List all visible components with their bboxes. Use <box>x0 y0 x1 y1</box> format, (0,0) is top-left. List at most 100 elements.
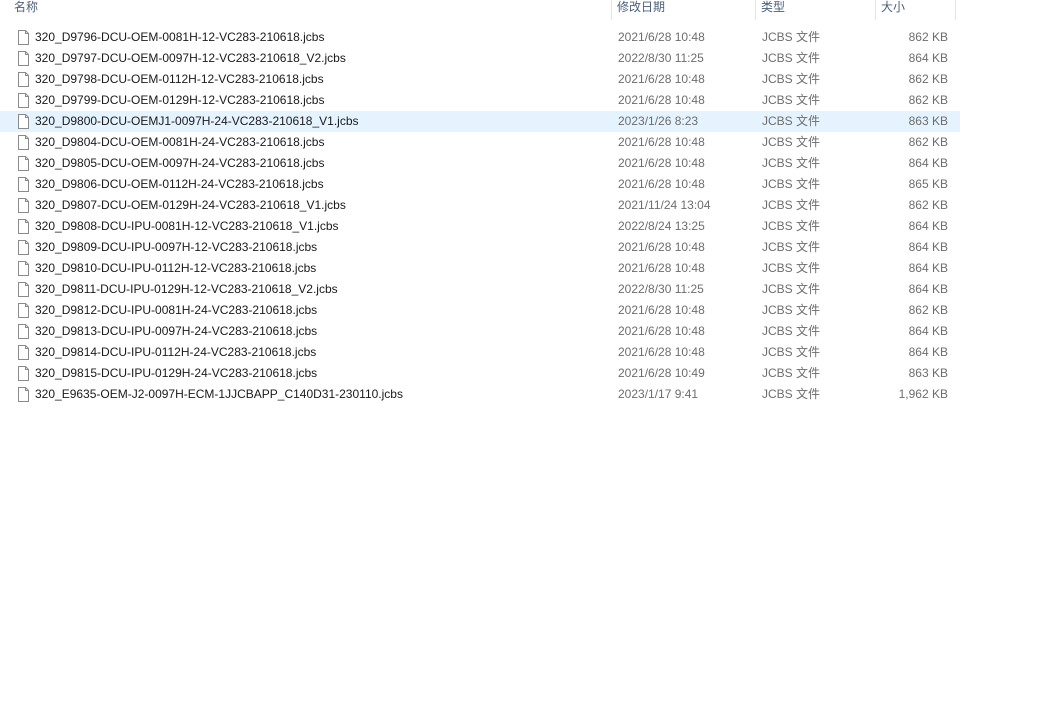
column-header-name[interactable]: 名称 <box>9 0 612 20</box>
file-row[interactable]: 320_D9807-DCU-OEM-0129H-24-VC283-210618_… <box>0 195 960 216</box>
file-row[interactable]: 320_D9799-DCU-OEM-0129H-12-VC283-210618.… <box>0 90 960 111</box>
file-type: JCBS 文件 <box>762 240 821 254</box>
file-type: JCBS 文件 <box>762 135 821 149</box>
file-size: 865 KB <box>908 177 948 191</box>
file-name: 320_D9805-DCU-OEM-0097H-24-VC283-210618.… <box>35 156 325 170</box>
file-name: 320_D9807-DCU-OEM-0129H-24-VC283-210618_… <box>35 198 346 212</box>
file-date-modified: 2021/6/28 10:48 <box>618 72 705 86</box>
file-date-modified: 2021/6/28 10:48 <box>618 156 705 170</box>
file-size: 1,962 KB <box>898 387 948 401</box>
file-date-modified: 2021/6/28 10:48 <box>618 324 705 338</box>
file-name: 320_D9810-DCU-IPU-0112H-12-VC283-210618.… <box>35 261 317 275</box>
file-type: JCBS 文件 <box>762 345 821 359</box>
file-type: JCBS 文件 <box>762 72 821 86</box>
file-size: 864 KB <box>908 261 948 275</box>
file-type: JCBS 文件 <box>762 177 821 191</box>
file-name: 320_D9811-DCU-IPU-0129H-12-VC283-210618_… <box>35 282 338 296</box>
file-icon <box>16 282 31 297</box>
file-row[interactable]: 320_D9809-DCU-IPU-0097H-12-VC283-210618.… <box>0 237 960 258</box>
file-size: 864 KB <box>908 219 948 233</box>
column-header-type[interactable]: 类型 <box>756 0 876 20</box>
file-row[interactable]: 320_D9805-DCU-OEM-0097H-24-VC283-210618.… <box>0 153 960 174</box>
file-row[interactable]: 320_D9800-DCU-OEMJ1-0097H-24-VC283-21061… <box>0 111 960 132</box>
file-icon <box>16 156 31 171</box>
file-rows: 320_D9796-DCU-OEM-0081H-12-VC283-210618.… <box>0 27 960 405</box>
file-size: 863 KB <box>908 366 948 380</box>
file-size: 862 KB <box>908 135 948 149</box>
column-header-bar: 名称 修改日期 类型 大小 <box>0 0 960 20</box>
file-date-modified: 2021/6/28 10:48 <box>618 345 705 359</box>
file-size: 862 KB <box>908 30 948 44</box>
file-row[interactable]: 320_D9814-DCU-IPU-0112H-24-VC283-210618.… <box>0 342 960 363</box>
file-type: JCBS 文件 <box>762 303 821 317</box>
file-row[interactable]: 320_D9796-DCU-OEM-0081H-12-VC283-210618.… <box>0 27 960 48</box>
file-size: 862 KB <box>908 93 948 107</box>
file-type: JCBS 文件 <box>762 219 821 233</box>
file-name: 320_E9635-OEM-J2-0097H-ECM-1JJCBAPP_C140… <box>35 387 403 401</box>
file-size: 864 KB <box>908 345 948 359</box>
file-row[interactable]: 320_D9798-DCU-OEM-0112H-12-VC283-210618.… <box>0 69 960 90</box>
file-type: JCBS 文件 <box>762 387 821 401</box>
file-icon <box>16 324 31 339</box>
file-name: 320_D9796-DCU-OEM-0081H-12-VC283-210618.… <box>35 30 325 44</box>
file-icon <box>16 114 31 129</box>
file-size: 864 KB <box>908 282 948 296</box>
file-size: 863 KB <box>908 114 948 128</box>
file-row[interactable]: 320_D9810-DCU-IPU-0112H-12-VC283-210618.… <box>0 258 960 279</box>
column-header-size[interactable]: 大小 <box>876 0 956 20</box>
file-row[interactable]: 320_D9806-DCU-OEM-0112H-24-VC283-210618.… <box>0 174 960 195</box>
column-header-date-modified[interactable]: 修改日期 <box>612 0 756 20</box>
file-icon <box>16 198 31 213</box>
file-row[interactable]: 320_D9811-DCU-IPU-0129H-12-VC283-210618_… <box>0 279 960 300</box>
file-date-modified: 2023/1/26 8:23 <box>618 114 699 128</box>
file-size: 864 KB <box>908 156 948 170</box>
file-name: 320_D9808-DCU-IPU-0081H-12-VC283-210618_… <box>35 219 339 233</box>
file-date-modified: 2021/6/28 10:48 <box>618 177 705 191</box>
file-name: 320_D9804-DCU-OEM-0081H-24-VC283-210618.… <box>35 135 325 149</box>
file-date-modified: 2021/6/28 10:48 <box>618 303 705 317</box>
file-type: JCBS 文件 <box>762 324 821 338</box>
file-type: JCBS 文件 <box>762 198 821 212</box>
file-name: 320_D9815-DCU-IPU-0129H-24-VC283-210618.… <box>35 366 318 380</box>
file-icon <box>16 51 31 66</box>
file-date-modified: 2021/6/28 10:48 <box>618 93 705 107</box>
file-date-modified: 2022/8/30 11:25 <box>618 282 704 296</box>
file-type: JCBS 文件 <box>762 114 821 128</box>
file-row[interactable]: 320_D9813-DCU-IPU-0097H-24-VC283-210618.… <box>0 321 960 342</box>
file-row[interactable]: 320_D9808-DCU-IPU-0081H-12-VC283-210618_… <box>0 216 960 237</box>
file-size: 864 KB <box>908 51 948 65</box>
file-name: 320_D9800-DCU-OEMJ1-0097H-24-VC283-21061… <box>35 114 359 128</box>
file-size: 864 KB <box>908 324 948 338</box>
file-icon <box>16 303 31 318</box>
file-row[interactable]: 320_E9635-OEM-J2-0097H-ECM-1JJCBAPP_C140… <box>0 384 960 405</box>
file-icon <box>16 345 31 360</box>
file-list-view: 名称 修改日期 类型 大小 320_D9796-DCU-OEM-0081H-12… <box>0 0 1037 708</box>
file-date-modified: 2021/6/28 10:48 <box>618 261 705 275</box>
file-type: JCBS 文件 <box>762 282 821 296</box>
file-row[interactable]: 320_D9815-DCU-IPU-0129H-24-VC283-210618.… <box>0 363 960 384</box>
file-row[interactable]: 320_D9804-DCU-OEM-0081H-24-VC283-210618.… <box>0 132 960 153</box>
file-type: JCBS 文件 <box>762 366 821 380</box>
file-type: JCBS 文件 <box>762 51 821 65</box>
file-icon <box>16 219 31 234</box>
file-date-modified: 2021/6/28 10:48 <box>618 240 705 254</box>
file-name: 320_D9809-DCU-IPU-0097H-12-VC283-210618.… <box>35 240 318 254</box>
file-row[interactable]: 320_D9812-DCU-IPU-0081H-24-VC283-210618.… <box>0 300 960 321</box>
file-icon <box>16 177 31 192</box>
file-icon <box>16 261 31 276</box>
file-date-modified: 2021/11/24 13:04 <box>618 198 711 212</box>
file-date-modified: 2021/6/28 10:49 <box>618 366 705 380</box>
file-name: 320_D9799-DCU-OEM-0129H-12-VC283-210618.… <box>35 93 325 107</box>
file-name: 320_D9798-DCU-OEM-0112H-12-VC283-210618.… <box>35 72 324 86</box>
file-name: 320_D9814-DCU-IPU-0112H-24-VC283-210618.… <box>35 345 317 359</box>
file-size: 864 KB <box>908 240 948 254</box>
file-date-modified: 2023/1/17 9:41 <box>618 387 699 401</box>
file-row[interactable]: 320_D9797-DCU-OEM-0097H-12-VC283-210618_… <box>0 48 960 69</box>
file-type: JCBS 文件 <box>762 30 821 44</box>
file-name: 320_D9797-DCU-OEM-0097H-12-VC283-210618_… <box>35 51 346 65</box>
file-icon <box>16 366 31 381</box>
file-icon <box>16 240 31 255</box>
file-size: 862 KB <box>908 198 948 212</box>
file-type: JCBS 文件 <box>762 261 821 275</box>
file-date-modified: 2021/6/28 10:48 <box>618 135 705 149</box>
